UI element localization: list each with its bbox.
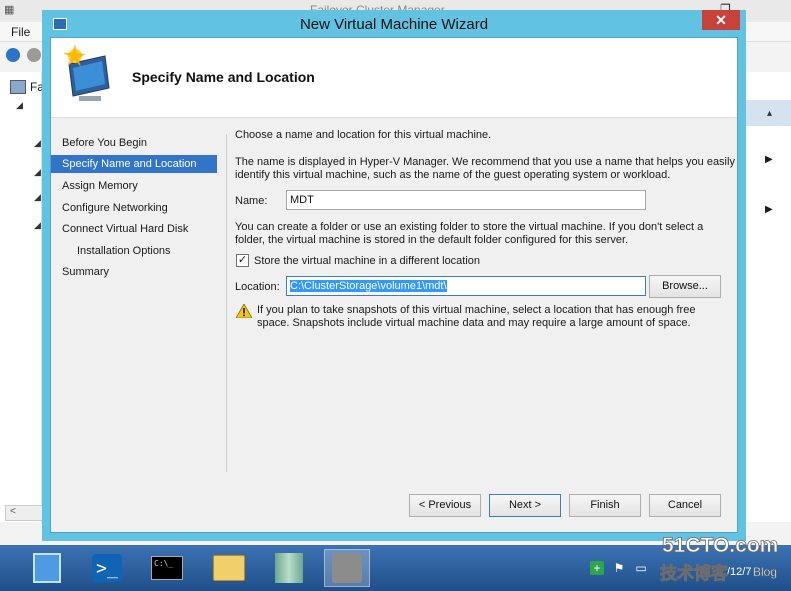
folder-help-line1: You can create a folder or use an existi…	[235, 221, 704, 233]
taskbar-cluster-manager[interactable]	[266, 549, 312, 587]
expand-arrow-icon[interactable]: ◢	[34, 192, 41, 203]
background-actions-pane: ▴ ▶ ▶	[745, 72, 791, 522]
wizard-steps-nav: Before You Begin Specify Name and Locati…	[51, 118, 226, 468]
taskbar-hyperv[interactable]	[324, 549, 370, 587]
cluster-app-icon: ▦	[4, 4, 15, 16]
close-button[interactable]: ✕	[702, 10, 740, 30]
back-icon[interactable]	[6, 48, 20, 62]
submenu-arrow-icon[interactable]: ▶	[765, 204, 773, 215]
collapse-caret-icon[interactable]: ▴	[767, 108, 772, 119]
name-help-line2: identify this virtual machine, such as t…	[235, 169, 671, 181]
expand-arrow-icon[interactable]: ◢	[34, 220, 41, 231]
warning-icon	[236, 304, 252, 318]
wizard-title: New Virtual Machine Wizard	[299, 16, 489, 33]
taskbar-explorer[interactable]	[206, 549, 252, 587]
server-manager-icon	[33, 553, 61, 583]
name-help-line1: The name is displayed in Hyper-V Manager…	[235, 156, 735, 168]
warning-line1: If you plan to take snapshots of this vi…	[257, 304, 696, 316]
forward-icon[interactable]	[27, 48, 41, 62]
name-label: Name:	[235, 195, 268, 207]
background-tree-pane: Fa ◢ ◢ ◢ ◢ ◢	[0, 72, 44, 522]
tray-network-icon[interactable]: +	[590, 561, 604, 575]
expand-arrow-icon[interactable]: ◢	[34, 167, 41, 178]
step-configure-networking[interactable]: Configure Networking	[51, 199, 217, 217]
submenu-arrow-icon[interactable]: ▶	[765, 154, 773, 165]
new-vm-monitor-icon	[63, 44, 110, 101]
cancel-button[interactable]: Cancel	[649, 494, 721, 517]
intro-text: Choose a name and location for this virt…	[235, 129, 492, 141]
taskbar-cmd[interactable]: C:\_	[144, 549, 190, 587]
store-location-label[interactable]: Store the virtual machine in a different…	[254, 255, 480, 267]
store-location-checkbox[interactable]: ✓	[236, 254, 249, 267]
warning-line2: space. Snapshots include virtual machine…	[257, 317, 691, 329]
expand-arrow-icon[interactable]: ◢	[34, 138, 41, 149]
step-installation-options[interactable]: Installation Options	[51, 242, 217, 260]
browse-button[interactable]: Browse...	[649, 275, 721, 298]
new-vm-wizard-dialog: New Virtual Machine Wizard ✕ Specify Nam…	[42, 10, 746, 541]
actions-header: ▴	[745, 100, 791, 126]
cluster-manager-icon	[275, 553, 303, 583]
scroll-left-button[interactable]: <	[5, 505, 43, 521]
page-title: Specify Name and Location	[132, 69, 315, 85]
step-summary[interactable]: Summary	[51, 263, 217, 281]
hyperv-icon	[332, 553, 362, 583]
cmd-icon: C:\_	[151, 556, 183, 580]
wizard-body: Specify Name and Location Before You Beg…	[50, 37, 738, 533]
steps-divider	[226, 134, 227, 472]
step-before-you-begin[interactable]: Before You Begin	[51, 134, 217, 152]
taskbar-server-manager[interactable]	[24, 549, 70, 587]
next-button[interactable]: Next >	[489, 494, 561, 517]
step-specify-name-location[interactable]: Specify Name and Location	[51, 155, 217, 173]
taskbar-powershell[interactable]: >_	[84, 549, 130, 587]
step-assign-memory[interactable]: Assign Memory	[51, 177, 217, 195]
expand-arrow-icon[interactable]: ◢	[16, 100, 23, 111]
wizard-header: Specify Name and Location	[51, 38, 737, 118]
taskbar: >_ C:\_	[0, 545, 791, 591]
taskbar-clock[interactable]: /12/7	[727, 566, 751, 578]
tray-display-icon[interactable]: ▭	[634, 561, 648, 575]
folder-icon	[213, 555, 245, 581]
powershell-icon: >_	[92, 554, 122, 582]
menu-file[interactable]: File	[11, 25, 30, 39]
previous-button[interactable]: < Previous	[409, 494, 481, 517]
location-selected-text: C:\ClusterStorage\volume1\mdt\	[290, 280, 447, 292]
folder-help-line2: folder, the virtual machine is stored in…	[235, 234, 629, 246]
location-input[interactable]: C:\ClusterStorage\volume1\mdt\	[286, 276, 646, 296]
step-connect-vhd[interactable]: Connect Virtual Hard Disk	[51, 220, 217, 238]
tray-flag-icon[interactable]: ⚑	[612, 561, 626, 575]
location-label: Location:	[235, 281, 280, 293]
name-input[interactable]: MDT	[286, 190, 646, 210]
finish-button[interactable]: Finish	[569, 494, 641, 517]
cluster-node-icon	[10, 80, 26, 94]
